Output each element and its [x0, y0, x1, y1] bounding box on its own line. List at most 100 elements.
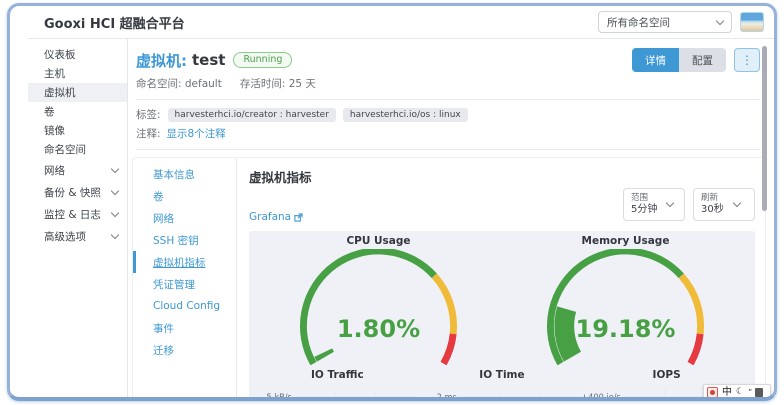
svg-text:0.400 io/s: 0.400 io/s [584, 392, 621, 397]
refresh-select[interactable]: 刷新30秒 [693, 188, 755, 221]
cpu-gauge-value: 1.80% [255, 315, 502, 343]
top-bar: Gooxi HCI 超融合平台 所有命名空间 [28, 6, 774, 39]
sidebar-item-hosts[interactable]: 主机 [28, 64, 127, 83]
namespace-meta: 命名空间: default [136, 76, 222, 91]
gauge-title: CPU Usage [255, 235, 502, 249]
tab-label: Cloud Config [153, 300, 220, 312]
tab-basic-info[interactable]: 基本信息 [133, 163, 236, 185]
sidebar-item-advanced[interactable]: 高级选项 [28, 225, 127, 247]
divider [136, 149, 760, 150]
external-link-icon [294, 213, 303, 222]
sidebar-item-label: 镜像 [44, 123, 65, 138]
tab-label: 虚拟机指标 [153, 255, 206, 270]
grafana-link[interactable]: Grafana [249, 211, 303, 223]
kebab-icon: ⋮ [741, 53, 753, 67]
sidebar-item-label: 监控 & 日志 [44, 207, 101, 222]
chevron-down-icon [111, 231, 119, 239]
sidebar-item-monitoring-logs[interactable]: 监控 & 日志 [28, 203, 127, 225]
tab-label: 卷 [153, 189, 164, 204]
view-mode-segment: 详情 配置 [632, 48, 726, 72]
range-select[interactable]: 范围5分钟 [623, 188, 685, 221]
show-annotations-link[interactable]: 显示8个注释 [167, 126, 226, 141]
age-meta: 存活时间: 25 天 [240, 76, 316, 91]
chevron-down-icon [716, 16, 724, 24]
sidebar-item-virtual-machines[interactable]: 虚拟机 [28, 83, 127, 102]
moon-icon[interactable]: ☾ [736, 388, 744, 397]
tab-networks[interactable]: 网络 [133, 207, 236, 229]
range-value: 5分钟 [631, 204, 657, 217]
labels-section: 标签: harvesterhci.io/creator : harvester … [128, 100, 774, 150]
sidebar-item-label: 主机 [44, 66, 65, 81]
sidebar-item-label: 网络 [44, 163, 65, 178]
vm-header: 虚拟机: test Running 详情 配置 ⋮ 命名空间: default [128, 39, 774, 100]
tab-label: 迁移 [153, 343, 174, 358]
tag-os: harvesterhci.io/os : linux [343, 108, 468, 122]
chevron-down-icon [666, 199, 674, 207]
tab-events[interactable]: 事件 [133, 317, 236, 339]
chart-title: IO Traffic [255, 369, 420, 383]
memory-gauge-value: 19.18% [502, 315, 749, 343]
chevron-down-icon [111, 187, 119, 195]
memory-usage-gauge: Memory Usage 19.18% [502, 235, 749, 365]
memory-gauge-arc [502, 249, 749, 365]
sidebar-item-dashboard[interactable]: 仪表板 [28, 45, 127, 64]
tab-label: 基本信息 [153, 167, 195, 182]
tab-vm-metrics[interactable]: 虚拟机指标 [133, 251, 236, 273]
keyboard-icon[interactable] [755, 388, 763, 397]
cpu-gauge-arc [255, 249, 502, 365]
tab-label: 凭证管理 [153, 277, 195, 292]
namespace-filter-select[interactable]: 所有命名空间 [598, 11, 732, 33]
grafana-link-label: Grafana [249, 211, 291, 223]
age-label: 存活时间: [240, 78, 286, 90]
vm-detail-card: 基本信息 卷 网络 SSH 密钥 虚拟机指标 凭证管理 Cloud Config… [132, 157, 766, 397]
topbar-right: 所有命名空间 [598, 11, 764, 33]
ime-toolbar: 中 ☾ ’’ [703, 384, 771, 401]
ime-logo-icon[interactable] [707, 387, 718, 398]
sidebar-item-label: 备份 & 快照 [44, 185, 101, 200]
tab-label: SSH 密钥 [153, 233, 199, 248]
io-traffic-plot: 5 kB/s4 kB/s3 kB/s [255, 383, 420, 397]
tab-credentials[interactable]: 凭证管理 [133, 273, 236, 295]
metrics-title: 虚拟机指标 [249, 167, 755, 186]
detail-button[interactable]: 详情 [632, 48, 679, 72]
status-badge: Running [233, 52, 292, 68]
io-time-chart: IO Time 2 ms1.50 ms1 ms [420, 369, 585, 397]
window-frame: Gooxi HCI 超融合平台 所有命名空间 仪表板 主机 虚拟机 卷 镜像 命… [7, 3, 777, 401]
sidebar-item-label: 高级选项 [44, 229, 86, 244]
vertical-scrollbar[interactable] [762, 46, 767, 211]
more-actions-button[interactable]: ⋮ [734, 48, 760, 72]
sidebar-item-networks[interactable]: 网络 [28, 159, 127, 181]
ime-mode-indicator[interactable]: 中 [722, 388, 732, 398]
vm-name: test [192, 51, 225, 69]
main-area: 虚拟机: test Running 详情 配置 ⋮ 命名空间: default [128, 39, 774, 397]
io-traffic-chart: IO Traffic 5 kB/s4 kB/s3 kB/s [255, 369, 420, 397]
tab-label: 事件 [153, 321, 174, 336]
range-label: 范围 [631, 193, 657, 204]
sidebar-item-namespaces[interactable]: 命名空间 [28, 140, 127, 159]
gauge-title: Memory Usage [502, 235, 749, 249]
namespace-label: 命名空间: [136, 78, 182, 90]
tab-volumes[interactable]: 卷 [133, 185, 236, 207]
sidebar-item-label: 虚拟机 [44, 85, 76, 100]
age-value: 25 天 [289, 78, 316, 90]
tab-cloud-config[interactable]: Cloud Config [133, 295, 236, 317]
tag-creator: harvesterhci.io/creator : harvester [168, 108, 336, 122]
user-avatar[interactable] [740, 12, 764, 32]
tab-label: 网络 [153, 211, 174, 226]
sidebar-item-images[interactable]: 镜像 [28, 121, 127, 140]
chevron-down-icon [111, 209, 119, 217]
metrics-content: 虚拟机指标 Grafana 范围5分钟 [237, 158, 765, 397]
config-button[interactable]: 配置 [679, 48, 726, 72]
annotations-label: 注释: [136, 126, 161, 141]
punctuation-mode-icon[interactable]: ’’ [748, 389, 751, 397]
refresh-value: 30秒 [701, 204, 724, 217]
sidebar-item-backup-snapshot[interactable]: 备份 & 快照 [28, 181, 127, 203]
app-window: Gooxi HCI 超融合平台 所有命名空间 仪表板 主机 虚拟机 卷 镜像 命… [28, 6, 774, 397]
tab-ssh-keys[interactable]: SSH 密钥 [133, 229, 236, 251]
tab-migration[interactable]: 迁移 [133, 339, 236, 361]
app-title: Gooxi HCI 超融合平台 [44, 13, 185, 32]
sidebar-item-volumes[interactable]: 卷 [28, 102, 127, 121]
chevron-down-icon [732, 199, 740, 207]
io-time-plot: 2 ms1.50 ms1 ms [420, 383, 585, 397]
cpu-usage-gauge: CPU Usage 1.80% [255, 235, 502, 365]
